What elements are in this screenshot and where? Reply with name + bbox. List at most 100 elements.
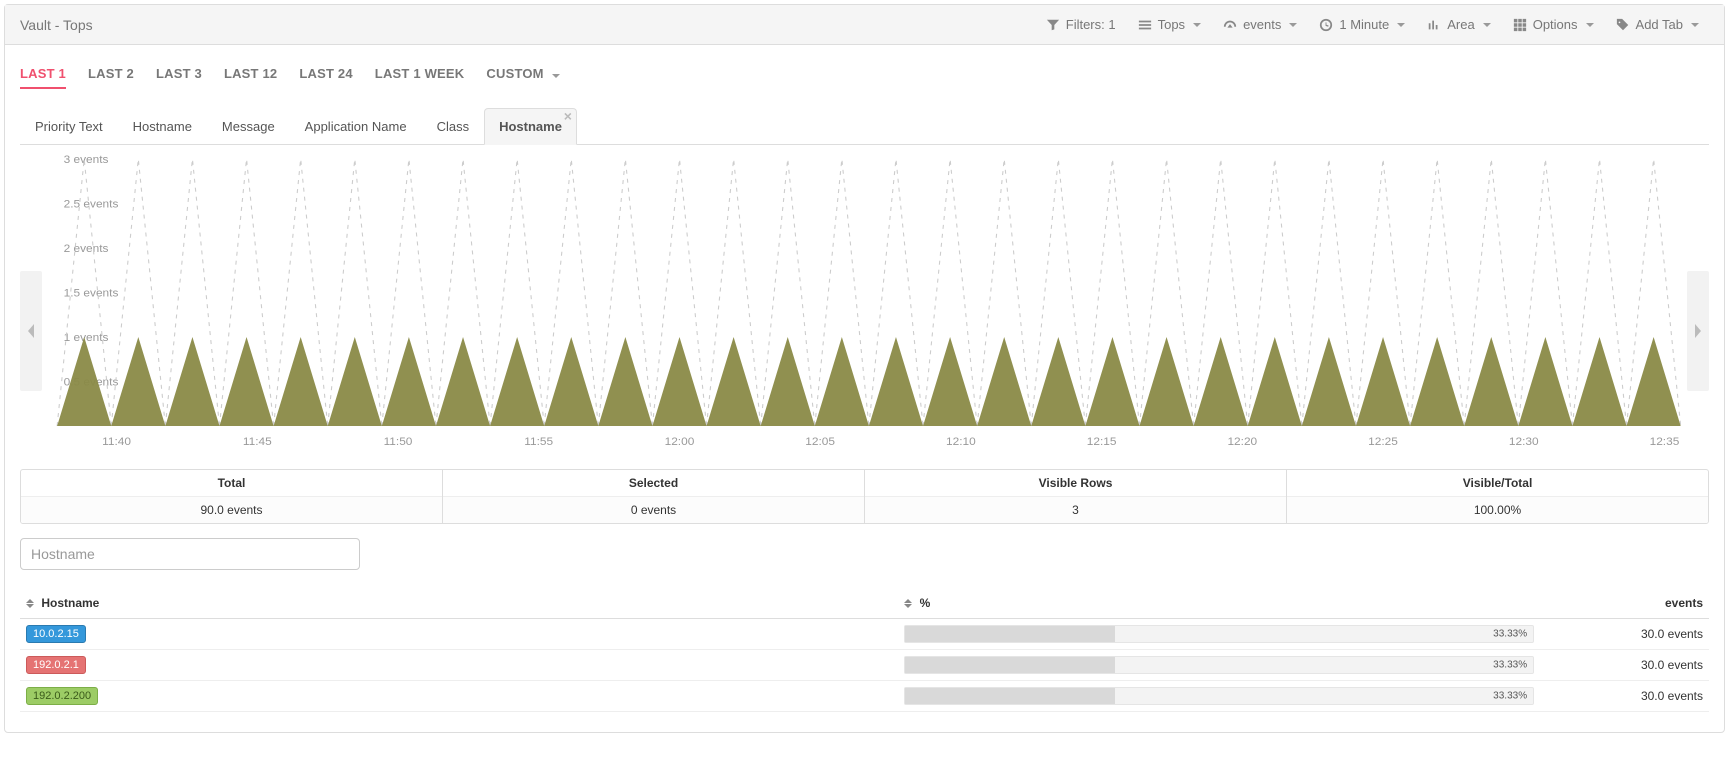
summary-value: 0 events — [443, 497, 864, 523]
hostname-filter-input[interactable] — [20, 538, 360, 570]
caret-down-icon — [1193, 23, 1201, 27]
summary-cell-visible-total: Visible/Total100.00% — [1287, 470, 1708, 523]
summary-label: Visible/Total — [1287, 470, 1708, 497]
col-pct-header[interactable]: % — [898, 588, 1540, 619]
svg-text:12:15: 12:15 — [1087, 436, 1117, 448]
time-tab-last-1[interactable]: LAST 1 — [20, 60, 66, 89]
events-label: events — [1243, 17, 1281, 32]
hostname-badge[interactable]: 192.0.2.200 — [26, 687, 98, 705]
sort-icon — [26, 599, 34, 608]
time-tab-last-12[interactable]: LAST 12 — [224, 60, 277, 89]
svg-text:12:05: 12:05 — [805, 436, 835, 448]
summary-cell-visible-rows: Visible Rows3 — [865, 470, 1287, 523]
svg-text:11:45: 11:45 — [243, 436, 272, 448]
svg-text:11:55: 11:55 — [524, 436, 553, 448]
filters-button[interactable]: Filters: 1 — [1036, 11, 1126, 38]
caret-down-icon — [1586, 23, 1594, 27]
percent-bar: 33.33% — [904, 687, 1534, 705]
svg-text:12:35: 12:35 — [1650, 436, 1680, 448]
events-value: 30.0 events — [1540, 681, 1709, 712]
percent-bar: 33.33% — [904, 625, 1534, 643]
add-tab-label: Add Tab — [1636, 17, 1683, 32]
add-tab-dropdown[interactable]: Add Tab — [1606, 11, 1709, 38]
summary-value: 3 — [865, 497, 1286, 523]
percent-label: 33.33% — [1493, 629, 1527, 640]
field-tab-hostname-5[interactable]: Hostname× — [484, 108, 577, 145]
options-dropdown[interactable]: Options — [1503, 11, 1604, 38]
panel-header: Vault - Tops Filters: 1 Tops events — [5, 5, 1724, 45]
col-events-label: events — [1665, 596, 1703, 610]
interval-label: 1 Minute — [1339, 17, 1389, 32]
time-tab-last-3[interactable]: LAST 3 — [156, 60, 202, 89]
time-tab-custom[interactable]: CUSTOM — [486, 60, 559, 89]
chart-type-dropdown[interactable]: Area — [1417, 11, 1500, 38]
time-tab-last-1-week[interactable]: LAST 1 WEEK — [375, 60, 465, 89]
field-tab-hostname-1[interactable]: Hostname — [118, 108, 207, 145]
page-title: Vault - Tops — [20, 17, 93, 33]
percent-label: 33.33% — [1493, 691, 1527, 702]
chart-type-label: Area — [1447, 17, 1474, 32]
funnel-icon — [1046, 18, 1060, 32]
panel-body: LAST 1 LAST 2 LAST 3 LAST 12 LAST 24 LAST 1 W… — [5, 45, 1724, 732]
time-tab-last-24[interactable]: LAST 24 — [299, 60, 352, 89]
summary-value: 100.00% — [1287, 497, 1708, 523]
summary-cell-total: Total90.0 events — [21, 470, 443, 523]
interval-dropdown[interactable]: 1 Minute — [1309, 11, 1415, 38]
svg-text:12:10: 12:10 — [946, 436, 976, 448]
options-label: Options — [1533, 17, 1578, 32]
svg-text:2 events: 2 events — [64, 243, 109, 255]
tops-dropdown[interactable]: Tops — [1128, 11, 1211, 38]
clock-icon — [1319, 18, 1333, 32]
time-range-tabs: LAST 1 LAST 2 LAST 3 LAST 12 LAST 24 LAST 1 W… — [20, 60, 1709, 89]
field-tab-message-2[interactable]: Message — [207, 108, 290, 145]
events-dropdown[interactable]: events — [1213, 11, 1307, 38]
chart-next-button[interactable] — [1687, 271, 1709, 391]
summary-label: Visible Rows — [865, 470, 1286, 497]
summary-label: Total — [21, 470, 442, 497]
table-row[interactable]: 192.0.2.200 33.33% 30.0 events — [20, 681, 1709, 712]
svg-text:11:40: 11:40 — [102, 436, 131, 448]
hostname-badge[interactable]: 10.0.2.15 — [26, 625, 86, 643]
caret-down-icon — [552, 74, 560, 78]
bar-chart-icon — [1427, 18, 1441, 32]
svg-text:12:20: 12:20 — [1227, 436, 1257, 448]
caret-down-icon — [1691, 23, 1699, 27]
field-tab-priority-text-0[interactable]: Priority Text — [20, 108, 118, 145]
tops-label: Tops — [1158, 17, 1185, 32]
percent-bar: 33.33% — [904, 656, 1534, 674]
svg-text:12:25: 12:25 — [1368, 436, 1398, 448]
summary-row: Total90.0 eventsSelected0 eventsVisible … — [20, 469, 1709, 524]
chart-svg: 3 events2.5 events2 events1.5 events1 ev… — [42, 151, 1685, 451]
table-row[interactable]: 10.0.2.15 33.33% 30.0 events — [20, 619, 1709, 650]
caret-down-icon — [1397, 23, 1405, 27]
col-hostname-label: Hostname — [41, 596, 99, 610]
table-row[interactable]: 192.0.2.1 33.33% 30.0 events — [20, 650, 1709, 681]
chart-prev-button[interactable] — [20, 271, 42, 391]
header-controls: Filters: 1 Tops events 1 M — [1036, 11, 1709, 38]
hostname-badge[interactable]: 192.0.2.1 — [26, 656, 86, 674]
svg-text:2.5 events: 2.5 events — [64, 199, 119, 211]
chart-row: 3 events2.5 events2 events1.5 events1 ev… — [20, 151, 1709, 451]
list-icon — [1138, 18, 1152, 32]
close-icon[interactable]: × — [564, 109, 572, 123]
time-tab-last-2[interactable]: LAST 2 — [88, 60, 134, 89]
panel: Vault - Tops Filters: 1 Tops events — [4, 4, 1725, 733]
events-value: 30.0 events — [1540, 619, 1709, 650]
chart[interactable]: 3 events2.5 events2 events1.5 events1 ev… — [42, 151, 1687, 451]
field-tab-class-4[interactable]: Class — [422, 108, 485, 145]
sort-icon — [904, 599, 912, 608]
filters-label: Filters: 1 — [1066, 17, 1116, 32]
gauge-icon — [1223, 18, 1237, 32]
grid-icon — [1513, 18, 1527, 32]
events-value: 30.0 events — [1540, 650, 1709, 681]
summary-label: Selected — [443, 470, 864, 497]
col-events-header[interactable]: events — [1540, 588, 1709, 619]
col-hostname-header[interactable]: Hostname — [20, 588, 898, 619]
caret-down-icon — [1483, 23, 1491, 27]
field-tabs: Priority TextHostnameMessageApplication … — [20, 107, 1709, 145]
caret-down-icon — [1289, 23, 1297, 27]
hostname-table: Hostname % events 10.0.2.15 33.33% 30.0 ev… — [20, 588, 1709, 712]
field-tab-application-name-3[interactable]: Application Name — [290, 108, 422, 145]
col-pct-label: % — [920, 596, 931, 610]
svg-text:11:50: 11:50 — [384, 436, 413, 448]
